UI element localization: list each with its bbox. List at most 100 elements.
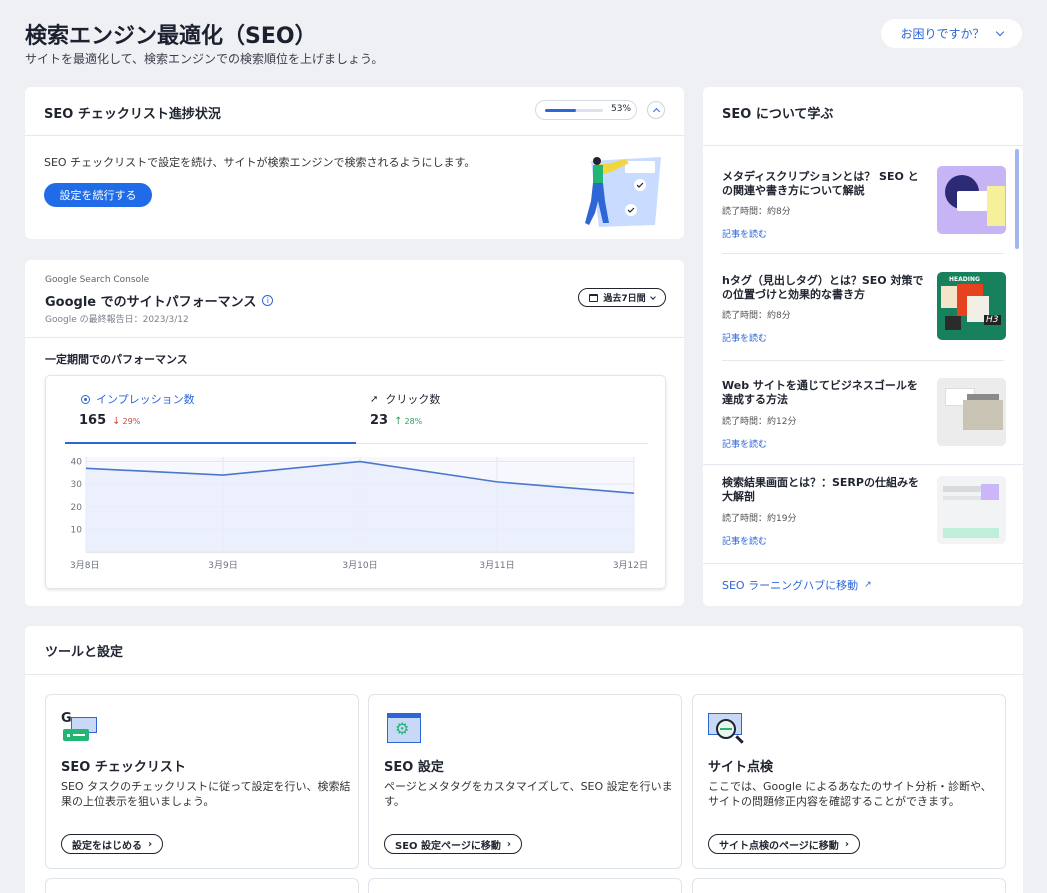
clicks-value: 23 (370, 413, 389, 428)
help-button[interactable]: お困りですか？ (881, 19, 1022, 48)
clicks-label: クリック数 (385, 393, 441, 406)
tool-card[interactable] (45, 878, 359, 893)
last-report-date: Google の最終報告日：2023/3/12 (45, 315, 189, 325)
gear-icon: ⚙ (395, 719, 410, 738)
thumb-h3-text: H3 (984, 315, 1001, 325)
learning-hub-label: SEO ラーニングハブに移動 (722, 579, 859, 592)
article-title: メタディスクリプションとは？ SEO との関連や書き方について解説 (722, 170, 919, 197)
article-title: hタグ（見出しタグ）とは？SEO 対策での位置づけと効果的な書き方 (722, 274, 924, 301)
article-read-time: 読了時間：約8分 (722, 311, 791, 321)
checklist-illustration (585, 157, 661, 227)
article-read-time: 読了時間：約12分 (722, 417, 797, 427)
x-tick-label: 3月10日 (342, 560, 377, 571)
tools-divider (25, 674, 1023, 675)
progress-label: 53% (611, 104, 632, 114)
clicks-change: 28% (404, 417, 423, 426)
progress-track (545, 109, 603, 112)
y-tick-label: 20 (71, 503, 83, 513)
progress-pill: 53% (535, 100, 637, 120)
learn-card: SEO について学ぶ メタディスクリプションとは？ SEO との関連や書き方につ… (703, 87, 1023, 606)
tool-card[interactable] (368, 878, 682, 893)
button-label: SEO 設定ページに移動 (395, 840, 501, 852)
chevron-down-icon (995, 27, 1004, 37)
thumb-heading-text: HEADING (949, 276, 980, 283)
read-article-link[interactable]: 記事を読む (722, 331, 767, 344)
progress-fill (545, 109, 576, 112)
tool-card-seo-checklist[interactable]: G SEO チェックリスト SEO タスクのチェックリストに従って設定を行い、検… (45, 694, 359, 869)
chevron-right-icon: › (148, 838, 153, 850)
calendar-icon (589, 293, 599, 302)
impressions-value: 165 (79, 413, 107, 428)
learning-hub-link[interactable]: SEO ラーニングハブに移動 ↗ (722, 577, 872, 593)
article-item[interactable]: Web サイトを通じてビジネスゴールを達成する方法 読了時間：約12分 記事を読… (703, 360, 1013, 464)
tab-impressions[interactable]: インプレッション数 165 ↓ 29% (65, 376, 356, 444)
checklist-divider (25, 135, 684, 136)
tool-card-site-inspection[interactable]: サイト点検 ここでは、Google によるあなたのサイト分析・診断や、サイトの問… (692, 694, 1006, 869)
start-setup-button[interactable]: 設定をはじめる › (61, 834, 164, 854)
article-title: Web サイトを通じてビジネスゴールを達成する方法 (722, 379, 918, 406)
button-label: サイト点検のページに移動 (719, 840, 839, 852)
article-thumbnail (937, 378, 1006, 446)
read-article-link[interactable]: 記事を読む (722, 534, 767, 547)
performance-card: Google Search Console Google でのサイトパフォーマン… (25, 260, 684, 606)
chart-panel: インプレッション数 165 ↓ 29% ➚ クリック数 23 ↑ 28% 10 2… (45, 375, 666, 589)
learn-scrollbar[interactable] (1015, 149, 1019, 249)
clicks-header: ➚ クリック数 (370, 391, 440, 407)
brand-text: Google Search Console (45, 275, 150, 285)
button-label: 設定をはじめる (72, 840, 142, 852)
learn-footer-divider (703, 563, 1023, 564)
eye-icon (81, 394, 90, 404)
article-item[interactable]: メタディスクリプションとは？ SEO との関連や書き方について解説 読了時間：約… (703, 146, 1013, 252)
performance-title-row: Google でのサイトパフォーマンス i (45, 291, 274, 310)
tools-card: ツールと設定 G SEO チェックリスト SEO タスクのチェックリストに従って… (25, 626, 1023, 893)
x-tick-label: 3月12日 (613, 560, 648, 571)
x-tick-label: 3月9日 (208, 560, 237, 571)
info-icon[interactable]: i (262, 295, 274, 306)
tool-description: ページとメタタグをカスタマイズして、SEO 設定を行います。 (384, 780, 673, 808)
impressions-header: インプレッション数 (81, 391, 195, 407)
tool-card-seo-settings[interactable]: ⚙ SEO 設定 ページとメタタグをカスタマイズして、SEO 設定を行います。 … (368, 694, 682, 869)
impressions-change: 29% (122, 417, 141, 426)
article-item[interactable]: hタグ（見出しタグ）とは？SEO 対策での位置づけと効果的な書き方 読了時間：約… (703, 253, 1013, 360)
performance-title: Google でのサイトパフォーマンス (45, 295, 257, 310)
tool-title: SEO チェックリスト (61, 760, 186, 775)
seo-settings-button[interactable]: SEO 設定ページに移動 › (384, 834, 522, 854)
google-search-console-logo: Google Search Console (45, 275, 149, 285)
article-thumbnail (937, 476, 1006, 544)
checklist-description: SEO チェックリストで設定を続け、サイトが検索エンジンで検索されるようにします… (44, 156, 476, 169)
arrow-up-icon: ↑ (394, 416, 403, 427)
tool-description: ここでは、Google によるあなたのサイト分析・診断や、サイトの問題修正内容を… (708, 780, 992, 808)
article-title: 検索結果画面とは？：SERPの仕組みを大解剖 (722, 476, 919, 503)
collapse-button[interactable] (647, 101, 665, 119)
article-item[interactable]: 検索結果画面とは？：SERPの仕組みを大解剖 読了時間：約19分 記事を読む (703, 464, 1013, 562)
performance-chart: 10 20 30 40 3月8日 3月9日 3月10日 3月11日 3月12日 (70, 457, 648, 571)
page-title: 検索エンジン最適化（SEO） (25, 24, 317, 49)
read-article-link[interactable]: 記事を読む (722, 437, 767, 450)
performance-divider (25, 337, 684, 338)
page-subtitle: サイトを最適化して、検索エンジンでの検索順位を上げましょう。 (25, 52, 384, 66)
tool-description: SEO タスクのチェックリストに従って設定を行い、検索結果の上位表示を狙いましょ… (61, 780, 351, 808)
learn-title: SEO について学ぶ (722, 107, 834, 122)
tools-title: ツールと設定 (45, 645, 124, 660)
article-read-time: 読了時間：約19分 (722, 514, 797, 524)
external-link-icon: ↗ (864, 580, 872, 590)
site-inspection-button[interactable]: サイト点検のページに移動 › (708, 834, 860, 854)
chevron-right-icon: › (506, 838, 511, 850)
y-tick-label: 30 (71, 480, 83, 490)
x-tick-label: 3月11日 (479, 560, 514, 571)
article-thumbnail: HEADING H3 (937, 272, 1006, 340)
tab-clicks[interactable]: ➚ クリック数 23 ↑ 28% (356, 376, 648, 444)
x-tick-label: 3月8日 (70, 560, 99, 571)
site-inspection-icon (708, 711, 746, 745)
arrow-down-icon: ↓ (112, 416, 121, 427)
performance-section-title: 一定期間でのパフォーマンス (45, 353, 188, 366)
tool-card[interactable] (692, 878, 1006, 893)
chevron-up-icon (652, 107, 660, 115)
y-tick-label: 40 (71, 458, 83, 468)
seo-settings-icon: ⚙ (384, 711, 422, 745)
date-range-select[interactable]: 過去7日間 (578, 288, 666, 307)
impressions-label: インプレッション数 (96, 393, 195, 406)
clicks-value-row: 23 ↑ 28% (370, 413, 422, 428)
read-article-link[interactable]: 記事を読む (722, 227, 767, 240)
continue-button[interactable]: 設定を続行する (44, 183, 152, 207)
